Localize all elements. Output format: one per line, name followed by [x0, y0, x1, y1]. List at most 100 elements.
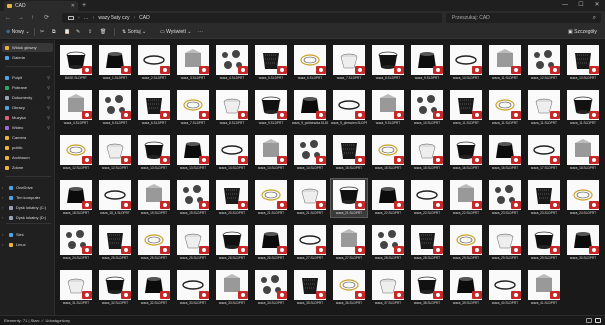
sidebar-item[interactable]: Camera [2, 133, 53, 142]
sidebar-item[interactable]: Galeria [2, 53, 53, 62]
file-tile[interactable]: waza_23.SLDPRT [526, 179, 562, 217]
sidebar-item[interactable]: › OneDrive [2, 183, 53, 192]
file-tile[interactable]: waza_32.SLDPRT [136, 269, 172, 307]
file-tile[interactable]: waza_13.SLDPRT [565, 44, 601, 82]
rename-icon[interactable]: ✎ [76, 28, 80, 36]
file-tile[interactable]: waza_3.SLDPRT [175, 44, 211, 82]
file-tile[interactable]: waza_15.SLDPRT [331, 134, 367, 172]
sidebar-item[interactable]: › Ten komputer [2, 193, 53, 202]
file-tile[interactable]: waza_9.SLDPRT [370, 89, 406, 127]
file-tile[interactable]: waza_5.SLDPRT [253, 44, 289, 82]
sidebar-item[interactable]: Dokumenty ⚲ [2, 93, 53, 102]
close-button[interactable]: ✕ [589, 0, 605, 11]
file-tile[interactable]: waza_12.SLDPRT [97, 134, 133, 172]
file-tile[interactable]: waza_28.SLDPRT [409, 224, 445, 262]
file-tile[interactable]: waza_7.SLDPRT [331, 44, 367, 82]
file-tile[interactable]: waza_22.SLDPRT [409, 179, 445, 217]
file-tile[interactable]: waza_4.SLDPRT [58, 89, 94, 127]
breadcrumb-item[interactable]: wazy 5aty czy [98, 15, 129, 21]
file-tile[interactable]: waza_9.SLDPRT [409, 44, 445, 82]
chevron-right-icon[interactable]: › [2, 185, 3, 190]
file-tile[interactable]: waza_19.SLDPRT [175, 179, 211, 217]
up-button[interactable]: ↑ [31, 14, 34, 22]
file-tile[interactable]: waza_22.SLDPRT [370, 179, 406, 217]
file-tile[interactable]: waza_11.SLDPRT [487, 44, 523, 82]
tab-cad[interactable]: CAD ✕ [4, 1, 78, 11]
file-tile[interactable]: waza_1.SLDPRT [97, 44, 133, 82]
sidebar-item[interactable]: Muzyka ⚲ [2, 113, 53, 122]
file-tile[interactable]: waza_12.SLDPRT [58, 134, 94, 172]
new-tab-button[interactable]: + [82, 1, 86, 10]
file-tile[interactable]: waza_18_4.SLDPRT [97, 179, 133, 217]
file-tile[interactable]: waza_27.SLDPRT [331, 224, 367, 262]
file-tile[interactable]: waza_26.SLDPRT [253, 224, 289, 262]
file-tile[interactable]: waza_31.SLDPRT [58, 269, 94, 307]
forward-button[interactable]: → [18, 14, 24, 22]
file-tile[interactable]: waza_8.SLDPRT [370, 44, 406, 82]
delete-icon[interactable]: 🗑 [100, 28, 106, 36]
file-tile[interactable]: waza_9_pierscien.SLDPRT [331, 89, 367, 127]
file-tile[interactable]: waza_28.SLDPRT [370, 224, 406, 262]
tab-close-icon[interactable]: ✕ [71, 3, 75, 9]
details-view-icon[interactable] [586, 318, 592, 323]
file-tile[interactable]: waza_33.SLDPRT [175, 269, 211, 307]
file-tile[interactable]: waza_15.SLDPRT [370, 134, 406, 172]
chevron-right-icon[interactable]: › [2, 242, 3, 247]
file-tile[interactable]: waza_18.SLDPRT [565, 134, 601, 172]
file-tile[interactable]: waza_25.SLDPRT [136, 224, 172, 262]
file-tile[interactable]: waza_21.SLDPRT [253, 179, 289, 217]
file-tile[interactable]: waza_9_polrkeszka.SLDPRT [292, 89, 328, 127]
sidebar-item[interactable]: › Sieć [2, 230, 53, 239]
file-tile[interactable]: waza_14.SLDPRT [292, 134, 328, 172]
file-tile[interactable]: waza_21.SLDPRT [292, 179, 328, 217]
file-tile[interactable]: waza_4.SLDPRT [214, 44, 250, 82]
file-tile[interactable]: waza_17.SLDPRT [526, 134, 562, 172]
file-tile[interactable]: waza_12.SLDPRT [526, 44, 562, 82]
sidebar-item[interactable]: › Dysk lokalny (C:) [2, 203, 53, 212]
file-tile[interactable]: waza_5.SLDPRT [97, 89, 133, 127]
file-tile[interactable]: waza_19.SLDPRT [136, 179, 172, 217]
file-tile[interactable]: waza_30.SLDPRT [565, 224, 601, 262]
file-tile[interactable]: waza_2.SLDPRT [136, 44, 172, 82]
chevron-right-icon[interactable]: › [2, 195, 3, 200]
file-tile[interactable]: waza_10.SLDPRT [448, 44, 484, 82]
sidebar-item[interactable]: Wideo ⚲ [2, 123, 53, 132]
cut-icon[interactable]: ✂ [40, 28, 44, 36]
file-tile[interactable]: waza_18.SLDPRT [58, 179, 94, 217]
file-tile[interactable]: waza_21.SLDPRT [330, 178, 368, 218]
file-tile[interactable]: waza_27.SLDPRT [292, 224, 328, 262]
file-tile[interactable]: waza_11.SLDPRT [526, 89, 562, 127]
file-tile[interactable]: waza_6.SLDPRT [292, 44, 328, 82]
file-tile[interactable]: waza_13.SLDPRT [136, 134, 172, 172]
minimize-button[interactable]: — [557, 0, 573, 11]
file-tile[interactable]: waza_14.SLDPRT [253, 134, 289, 172]
more-options-button[interactable]: ··· [198, 28, 203, 36]
view-button[interactable]: ▭ Wyświetl ⌄ [160, 28, 191, 36]
file-tile[interactable]: waza_34.SLDPRT [253, 269, 289, 307]
file-tile[interactable]: waza_11.SLDPRT [565, 89, 601, 127]
file-tile[interactable]: waza_37.SLDPRT [370, 269, 406, 307]
file-tile[interactable]: waza_24.SLDPRT [58, 224, 94, 262]
file-tile[interactable]: waza_16.SLDPRT [487, 134, 523, 172]
sidebar-item[interactable]: Widok główny [2, 43, 53, 52]
file-tile[interactable]: BASE.SLDPRT [58, 44, 94, 82]
file-tile[interactable]: waza_36.SLDPRT [331, 269, 367, 307]
sidebar-item[interactable]: › Dysk lokalny (D:) [2, 213, 53, 222]
sidebar-item[interactable]: public [2, 143, 53, 152]
file-tile[interactable]: waza_39.SLDPRT [448, 269, 484, 307]
file-tile[interactable]: waza_15.SLDPRT [409, 134, 445, 172]
file-tile[interactable]: waza_41.SLDPRT [526, 269, 562, 307]
file-tile[interactable]: waza_9.SLDPRT [253, 89, 289, 127]
file-tile[interactable]: waza_25.SLDPRT [175, 224, 211, 262]
file-tile[interactable]: waza_24.SLDPRT [565, 179, 601, 217]
back-button[interactable]: ← [5, 14, 11, 22]
sidebar-item[interactable]: Pobrane ⚲ [2, 83, 53, 92]
file-tile[interactable]: waza_8.SLDPRT [214, 89, 250, 127]
file-tile[interactable]: waza_6.SLDPRT [136, 89, 172, 127]
maximize-button[interactable]: ☐ [573, 0, 589, 11]
file-tile[interactable]: waza_10.SLDPRT [409, 89, 445, 127]
file-tile[interactable]: waza_25.SLDPRT [97, 224, 133, 262]
chevron-right-icon[interactable]: › [2, 205, 3, 210]
paste-icon[interactable]: 📋 [64, 28, 70, 36]
breadcrumb-more[interactable]: … [84, 15, 89, 21]
